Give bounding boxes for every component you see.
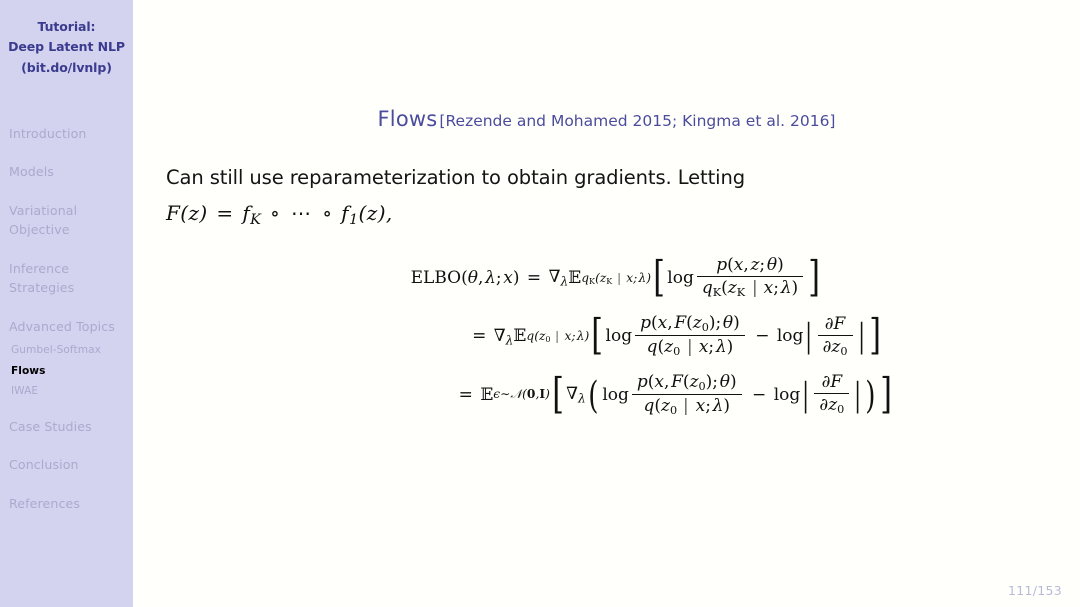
sidebar-subitem-flows[interactable]: Flows bbox=[0, 363, 133, 379]
sidebar-item-models[interactable]: Models bbox=[0, 162, 133, 182]
left-bracket-3: [ bbox=[552, 369, 564, 419]
sidebar-subitem-iwae[interactable]: IWAE bbox=[0, 383, 133, 399]
body-sentence: Can still use reparameterization to obta… bbox=[166, 166, 745, 189]
jacobian-fraction-3: ∂F ∂z0 bbox=[814, 372, 850, 416]
fraction-numerator-2: p(x, F(z0); θ) bbox=[635, 313, 745, 336]
page-number: 111/153 bbox=[1007, 583, 1062, 598]
frame-title-text: Flows bbox=[377, 107, 438, 131]
sidebar-item-references[interactable]: References bbox=[0, 494, 133, 514]
left-bracket: [ bbox=[653, 252, 666, 302]
expectation-subscript: qK(zK | x; λ) bbox=[581, 270, 652, 286]
nabla-lambda-operator: ∇λ bbox=[548, 267, 569, 289]
abs-bar-right-2: | bbox=[857, 316, 865, 356]
composition-equation: F(z) = fK ∘ ⋯ ∘ f1(z), bbox=[166, 200, 393, 228]
sidebar-item-advanced-topics[interactable]: Advanced Topics bbox=[0, 317, 133, 337]
equation-line-3: = 𝔼ϵ∼𝒩(0,I) [ ∇λ ( log p(x, F(z0); θ) q(… bbox=[153, 369, 1080, 419]
sidebar-subitem-gumbel-softmax[interactable]: Gumbel-Softmax bbox=[0, 342, 133, 358]
jacobian-numerator-2: ∂F bbox=[817, 314, 853, 336]
equals-sign-2: = bbox=[472, 326, 492, 347]
expectation-subscript-2: q(z0 | x; λ) bbox=[526, 328, 590, 344]
frame-citation: [Rezende and Mohamed 2015; Kingma et al.… bbox=[439, 112, 836, 130]
log-ratio-fraction-3: p(x, F(z0); θ) q(z0 | x; λ) bbox=[631, 372, 742, 417]
slide-container: Tutorial: Deep Latent NLP (bit.do/lvnlp)… bbox=[0, 0, 1080, 607]
fraction-numerator-3: p(x, F(z0); θ) bbox=[631, 372, 742, 395]
log-operator-jacobian-2: log bbox=[776, 326, 804, 347]
expectation-operator-3: 𝔼 bbox=[480, 384, 494, 405]
right-paren-3: ) bbox=[865, 372, 876, 417]
nabla-lambda-operator-2: ∇λ bbox=[493, 325, 514, 347]
sidebar-title-block: Tutorial: Deep Latent NLP (bit.do/lvnlp) bbox=[0, 0, 133, 78]
frame-title-row: Flows [Rezende and Mohamed 2015; Kingma e… bbox=[133, 107, 1080, 131]
nabla-lambda-operator-3: ∇λ bbox=[566, 384, 586, 406]
equals-sign: = bbox=[521, 268, 547, 289]
log-ratio-fraction-2: p(x, F(z0); θ) q(z0 | x; λ) bbox=[635, 313, 745, 358]
sidebar-item-variational-objective[interactable]: Variational Objective bbox=[0, 201, 133, 240]
elbo-equation-block: ELBO(θ, λ; x) = ∇λ 𝔼qK(zK | x; λ) [ log p… bbox=[133, 252, 1080, 419]
sidebar-title-line-2: Deep Latent NLP bbox=[8, 39, 125, 55]
right-bracket-3: ] bbox=[880, 369, 893, 419]
jacobian-denominator-2: ∂z0 bbox=[822, 336, 848, 358]
fraction-numerator: p(x, z; θ) bbox=[696, 255, 804, 278]
sidebar-navigation: Tutorial: Deep Latent NLP (bit.do/lvnlp)… bbox=[0, 0, 133, 607]
sidebar-item-introduction[interactable]: Introduction bbox=[0, 124, 133, 144]
jacobian-numerator-3: ∂F bbox=[814, 372, 850, 395]
sidebar-item-conclusion[interactable]: Conclusion bbox=[0, 455, 133, 475]
log-operator-2: log bbox=[605, 326, 633, 347]
jacobian-fraction-2: ∂F ∂z0 bbox=[817, 314, 853, 358]
log-ratio-fraction: p(x, z; θ) qK(zK | x; λ) bbox=[696, 255, 804, 300]
slide-content-area: Flows [Rezende and Mohamed 2015; Kingma e… bbox=[133, 0, 1080, 607]
abs-bar-right-3: | bbox=[854, 374, 862, 414]
equation-line-2: = ∇λ 𝔼q(z0 | x; λ) [ log p(x, F(z0); θ) q… bbox=[153, 310, 1080, 360]
log-operator-3: log bbox=[602, 384, 629, 405]
sidebar-title-line-1: Tutorial: bbox=[37, 19, 96, 34]
fraction-denominator: qK(zK | x; λ) bbox=[701, 278, 799, 300]
expectation-subscript-3: ϵ∼𝒩(0,I) bbox=[493, 387, 550, 402]
abs-bar-left-2: | bbox=[805, 316, 813, 356]
elbo-lhs: ELBO(θ, λ; x) bbox=[410, 268, 520, 289]
log-operator: log bbox=[667, 268, 694, 289]
expectation-operator: 𝔼 bbox=[568, 268, 582, 289]
minus-sign-3: − bbox=[746, 384, 772, 405]
right-bracket: ] bbox=[808, 252, 821, 302]
fraction-denominator-2: q(z0 | x; λ) bbox=[646, 336, 734, 358]
right-bracket-2: ] bbox=[868, 310, 881, 360]
sidebar-item-inference-strategies[interactable]: Inference Strategies bbox=[0, 259, 133, 298]
left-paren-3: ( bbox=[587, 372, 599, 417]
jacobian-denominator-3: ∂z0 bbox=[819, 395, 845, 416]
expectation-operator-2: 𝔼 bbox=[513, 326, 527, 347]
sidebar-group-advanced-topics: Advanced Topics Gumbel-Softmax Flows IWA… bbox=[0, 317, 133, 400]
sidebar-section-list: Introduction Models Variational Objectiv… bbox=[0, 124, 133, 513]
minus-sign-2: − bbox=[749, 326, 775, 347]
sidebar-item-case-studies[interactable]: Case Studies bbox=[0, 417, 133, 437]
fraction-denominator-3: q(z0 | x; λ) bbox=[643, 395, 731, 417]
abs-bar-left-3: | bbox=[802, 374, 810, 414]
equation-line-1: ELBO(θ, λ; x) = ∇λ 𝔼qK(zK | x; λ) [ log p… bbox=[153, 252, 1080, 302]
left-bracket-2: [ bbox=[591, 310, 604, 360]
equals-sign-3: = bbox=[458, 384, 479, 405]
log-operator-jacobian-3: log bbox=[773, 384, 801, 405]
sidebar-title-line-3: (bit.do/lvnlp) bbox=[21, 59, 112, 75]
body-paragraph: Can still use reparameterization to obta… bbox=[166, 164, 1080, 230]
